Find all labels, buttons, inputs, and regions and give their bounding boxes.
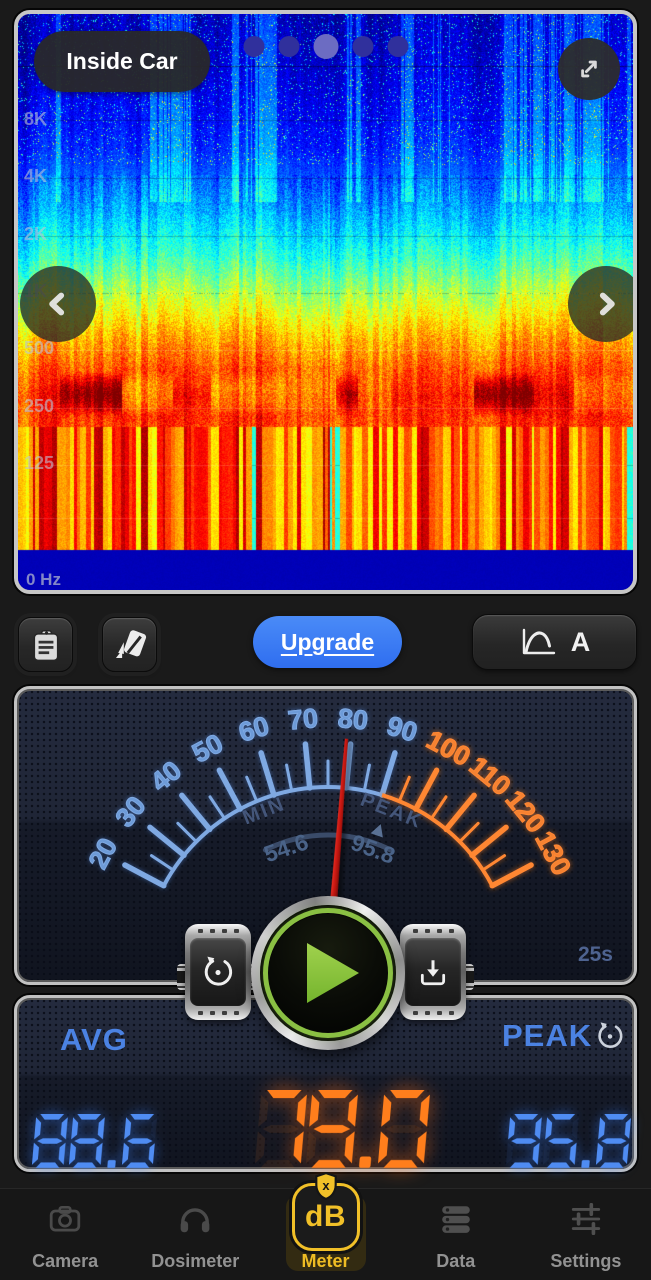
shield-icon: x xyxy=(314,1172,338,1200)
tab-meter[interactable]: dB x Meter xyxy=(260,1189,390,1280)
svg-text:120: 120 xyxy=(499,785,551,839)
plate-face xyxy=(190,938,246,1006)
avg-label: AVG xyxy=(60,1022,128,1058)
svg-text:80: 80 xyxy=(337,703,370,736)
play-button[interactable] xyxy=(251,896,405,1050)
reset-icon xyxy=(201,955,235,989)
svg-text:30: 30 xyxy=(110,791,152,833)
preset-pill[interactable]: Inside Car xyxy=(34,31,210,92)
min-label: MIN xyxy=(240,793,289,830)
preset-title: Inside Car xyxy=(66,48,177,75)
svg-text:40: 40 xyxy=(145,755,187,797)
next-page-button[interactable] xyxy=(568,266,637,342)
freq-tick-label: 125 xyxy=(24,453,54,474)
upgrade-button[interactable]: Upgrade xyxy=(253,616,402,668)
origin-frequency-label: 0 Hz xyxy=(26,570,61,590)
db-badge-icon: dB x xyxy=(292,1183,360,1251)
avg-value-display xyxy=(32,1114,158,1168)
upgrade-label: Upgrade xyxy=(281,629,374,655)
save-button[interactable] xyxy=(400,924,466,1020)
swatch-cards-icon xyxy=(112,627,148,663)
screw-dots xyxy=(400,929,466,933)
screw-dots xyxy=(185,1011,251,1015)
svg-text:100: 100 xyxy=(421,724,475,772)
peak-label: PEAK xyxy=(502,1018,592,1054)
peak-label-row: PEAK xyxy=(502,1018,625,1054)
tab-camera[interactable]: Camera xyxy=(0,1189,130,1280)
svg-text:x: x xyxy=(322,1178,330,1193)
reset-session-button[interactable] xyxy=(185,924,251,1020)
tab-dosimeter[interactable]: Dosimeter xyxy=(130,1189,260,1280)
min-value: 54.6 xyxy=(261,828,312,867)
db-badge-text: dB xyxy=(305,1200,346,1234)
screw-dots xyxy=(400,1011,466,1015)
tab-settings[interactable]: Settings xyxy=(521,1189,651,1280)
report-button[interactable] xyxy=(18,617,73,672)
freq-tick-label: 4K xyxy=(24,166,47,187)
peak-label: PEAK xyxy=(357,789,426,834)
headphones-icon xyxy=(178,1203,212,1235)
prev-page-button[interactable] xyxy=(20,266,96,342)
tab-data[interactable]: Data xyxy=(391,1189,521,1280)
sliders-icon xyxy=(569,1203,603,1235)
page-dot xyxy=(278,36,299,57)
tab-label: Meter xyxy=(301,1251,349,1272)
screw-dots xyxy=(185,929,251,933)
gauge-orange-scale: 100110120130 xyxy=(382,724,577,885)
tab-label: Settings xyxy=(550,1251,621,1272)
current-value-display xyxy=(255,1090,430,1168)
freq-tick-label: 8K xyxy=(24,109,47,130)
svg-text:70: 70 xyxy=(287,703,320,736)
svg-text:60: 60 xyxy=(235,710,272,747)
peak-value: 95.8 xyxy=(348,829,399,869)
server-list-icon xyxy=(439,1203,473,1235)
page-dot xyxy=(243,36,264,57)
chevron-left-icon xyxy=(41,287,75,321)
chevron-right-icon xyxy=(589,287,623,321)
peak-reset-button[interactable] xyxy=(595,1021,625,1051)
svg-text:90: 90 xyxy=(383,710,420,747)
svg-text:110: 110 xyxy=(464,751,517,802)
svg-text:50: 50 xyxy=(187,728,228,769)
camera-icon xyxy=(48,1203,82,1235)
tab-label: Data xyxy=(436,1251,475,1272)
tab-bar: Camera Dosimeter dB x Meter xyxy=(0,1188,651,1280)
spectrogram-canvas xyxy=(18,14,633,590)
download-icon xyxy=(417,956,449,988)
reset-icon xyxy=(595,1021,625,1051)
freq-tick-label: 2K xyxy=(24,224,47,245)
weighting-label: A xyxy=(571,627,591,658)
fullscreen-button[interactable] xyxy=(558,38,620,100)
spectrogram-panel[interactable]: 8K4K2K1K500250125 0 Hz Inside Car xyxy=(14,10,637,594)
page-dot xyxy=(352,36,373,57)
swatch-cards-button[interactable] xyxy=(102,617,157,672)
svg-text:130: 130 xyxy=(529,826,577,880)
sound-meter-screen: 8K4K2K1K500250125 0 Hz Inside Car xyxy=(0,0,651,1280)
clipboard-icon xyxy=(28,627,64,663)
plate-face xyxy=(405,938,461,1006)
page-dot xyxy=(313,34,338,59)
svg-text:20: 20 xyxy=(83,833,124,874)
tab-label: Dosimeter xyxy=(151,1251,239,1272)
frequency-weighting-button[interactable]: A xyxy=(472,614,637,670)
page-dot xyxy=(387,36,408,57)
peak-value-display xyxy=(506,1114,632,1168)
tab-label: Camera xyxy=(32,1251,98,1272)
elapsed-time: 25s xyxy=(578,943,613,966)
expand-icon xyxy=(573,53,605,85)
weighting-curve-icon xyxy=(519,625,559,659)
page-dots[interactable] xyxy=(243,34,408,59)
freq-tick-label: 250 xyxy=(24,396,54,417)
